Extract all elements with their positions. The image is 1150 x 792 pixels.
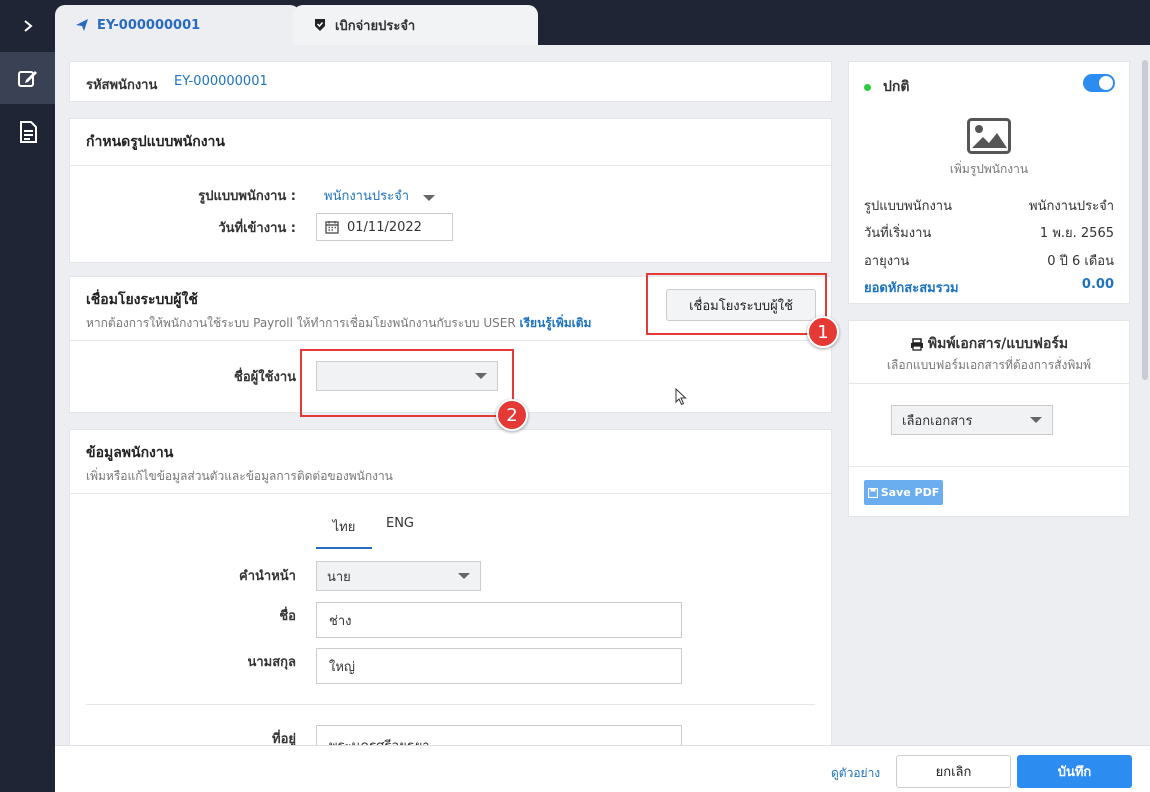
caret-down-icon <box>423 194 435 201</box>
start-date-value: 01/11/2022 <box>347 219 422 235</box>
lang-tab-eng[interactable]: ENG <box>372 516 428 531</box>
employee-info-title: ข้อมูลพนักงาน <box>86 445 174 461</box>
chevron-right-icon <box>23 20 33 32</box>
surname-input[interactable]: ใหญ่ <box>316 648 682 684</box>
main-content: รหัสพนักงาน EY-000000001 กำหนดรูปแบบพนัก… <box>55 45 843 745</box>
caret-down-icon <box>1030 417 1042 423</box>
annotation-highlight-2 <box>300 349 514 417</box>
annotation-highlight-1 <box>646 273 827 335</box>
mouse-cursor-icon <box>675 388 687 406</box>
document-select[interactable]: เลือกเอกสาร <box>891 405 1053 435</box>
document-icon <box>19 121 37 143</box>
paper-plane-icon <box>75 18 89 32</box>
employee-info-card: ข้อมูลพนักงาน เพิ่มหรือแก้ไขข้อมูลส่วนตั… <box>69 429 832 745</box>
total-deduction-label: ยอดหักสะสมรวม <box>864 281 959 296</box>
tab-label: เบิกจ่ายประจำ <box>335 18 416 34</box>
sidebar <box>0 0 55 792</box>
info-row-value: 0 ปี 6 เดือน <box>1047 254 1114 269</box>
status-card: ปกติ เพิ่มรูปพนักงาน รูปแบบพนักงาน พนักง… <box>848 61 1130 304</box>
name-input[interactable]: ช่าง <box>316 602 682 638</box>
info-row: รูปแบบพนักงาน พนักงานประจำ <box>864 195 1114 216</box>
prefix-value: นาย <box>327 569 351 585</box>
expand-sidebar-button[interactable] <box>0 0 55 52</box>
name-label: ชื่อ <box>279 609 296 624</box>
start-date-input[interactable]: 01/11/2022 <box>316 213 453 241</box>
start-date-label: วันที่เข้างาน : <box>218 221 296 236</box>
employee-code-label: รหัสพนักงาน <box>86 78 158 93</box>
surname-label: นามสกุล <box>247 655 296 670</box>
prefix-label: คำนำหน้า <box>239 569 296 584</box>
status-indicator: ปกติ <box>864 76 909 98</box>
print-title-text: พิมพ์เอกสาร/แบบฟอร์ม <box>927 336 1069 352</box>
divider <box>849 466 1129 467</box>
info-row: อายุงาน 0 ปี 6 เดือน <box>864 250 1114 271</box>
save-pdf-button[interactable]: Save PDF <box>864 480 943 505</box>
footer-bar: ดูตัวอย่าง ยกเลิก บันทึก <box>55 745 1150 792</box>
calendar-icon <box>325 221 339 234</box>
name-value: ช่าง <box>329 613 352 629</box>
edit-nav-button[interactable] <box>0 52 55 104</box>
divider <box>849 383 1129 384</box>
print-card: พิมพ์เอกสาร/แบบฟอร์ม เลือกแบบฟอร์มเอกสาร… <box>848 320 1130 517</box>
print-title: พิมพ์เอกสาร/แบบฟอร์ม <box>849 333 1129 355</box>
username-label: ชื่อผู้ใช้งาน <box>234 370 296 385</box>
employee-type-label: รูปแบบพนักงาน : <box>198 189 296 204</box>
address-label: ที่อยู่ <box>272 732 296 745</box>
preview-link[interactable]: ดูตัวอย่าง <box>831 764 880 783</box>
surname-value: ใหญ่ <box>329 659 355 675</box>
print-subtitle: เลือกแบบฟอร์มเอกสารที่ต้องการสั่งพิมพ์ <box>886 358 1092 372</box>
save-pdf-label: Save PDF <box>880 486 940 499</box>
employee-type-dropdown[interactable]: พนักงานประจำ <box>324 185 435 206</box>
printer-icon <box>910 337 923 351</box>
annotation-badge-1: 1 <box>807 316 839 348</box>
divider <box>86 704 815 705</box>
edit-icon <box>17 71 37 87</box>
prefix-select[interactable]: นาย <box>316 561 481 591</box>
info-row-label: รูปแบบพนักงาน <box>864 199 952 214</box>
tab-employee[interactable]: EY-000000001 <box>55 5 300 45</box>
lang-tab-label: ENG <box>385 516 414 531</box>
lang-tab-thai[interactable]: ไทย <box>316 516 372 549</box>
add-photo-label: เพิ่มรูปพนักงาน <box>949 162 1029 176</box>
learn-more-link[interactable]: เรียนรู้เพิ่มเติม <box>519 316 591 330</box>
employee-code-card: รหัสพนักงาน EY-000000001 <box>69 61 832 102</box>
cancel-button[interactable]: ยกเลิก <box>896 755 1011 788</box>
save-icon <box>867 487 878 498</box>
employee-type-title: กำหนดรูปแบบพนักงาน <box>86 134 225 150</box>
image-icon <box>967 118 1011 154</box>
info-row-value: พนักงานประจำ <box>1029 199 1114 214</box>
address-input[interactable]: พระนครศรีอยุธยา <box>316 725 682 745</box>
scrollbar[interactable] <box>1142 60 1148 380</box>
toggle-knob <box>1099 76 1113 90</box>
user-link-subtitle-text: หากต้องการให้พนักงานใช้ระบบ Payroll ให้ท… <box>86 316 516 330</box>
card-header: ข้อมูลพนักงาน เพิ่มหรือแก้ไขข้อมูลส่วนตั… <box>70 430 831 494</box>
status-label: ปกติ <box>883 79 910 95</box>
tab-label: EY-000000001 <box>97 17 201 33</box>
document-select-value: เลือกเอกสาร <box>902 413 973 429</box>
employee-code-value: EY-000000001 <box>174 74 268 89</box>
tab-bar: EY-000000001 เบิกจ่ายประจำ <box>55 0 1150 45</box>
document-nav-button[interactable] <box>0 106 55 158</box>
card-header: กำหนดรูปแบบพนักงาน <box>70 119 831 166</box>
lang-tab-label: ไทย <box>332 520 356 535</box>
total-deduction-row: ยอดหักสะสมรวม 0.00 <box>864 277 1114 298</box>
caret-down-icon <box>458 573 470 579</box>
employee-type-card: กำหนดรูปแบบพนักงาน รูปแบบพนักงาน : พนักง… <box>69 118 832 263</box>
address-value: พระนครศรีอยุธยา <box>329 735 430 745</box>
info-row-label: อายุงาน <box>864 254 910 269</box>
info-row: วันที่เริ่มงาน 1 พ.ย. 2565 <box>864 222 1114 243</box>
tab-regular-disbursement[interactable]: เบิกจ่ายประจำ <box>293 5 538 45</box>
annotation-badge-2: 2 <box>496 399 528 431</box>
info-row-value: 1 พ.ย. 2565 <box>1039 226 1114 241</box>
total-deduction-value: 0.00 <box>1081 277 1114 292</box>
add-photo-button[interactable]: เพิ่มรูปพนักงาน <box>849 118 1129 179</box>
status-toggle[interactable] <box>1083 74 1115 92</box>
save-button[interactable]: บันทึก <box>1017 755 1132 788</box>
employee-info-subtitle: เพิ่มหรือแก้ไขข้อมูลส่วนตัวและข้อมูลการต… <box>86 469 393 483</box>
status-dot-icon <box>864 83 871 91</box>
shield-icon <box>313 18 327 32</box>
employee-type-value: พนักงานประจำ <box>324 189 409 204</box>
info-row-label: วันที่เริ่มงาน <box>864 226 932 241</box>
